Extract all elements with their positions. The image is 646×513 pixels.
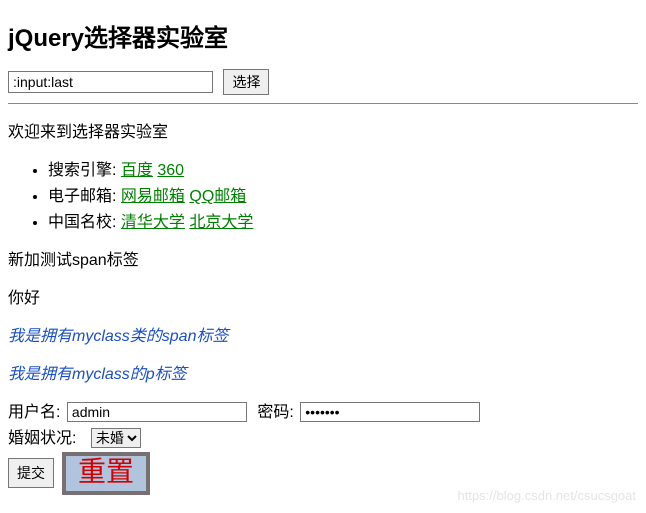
- select-button[interactable]: 选择: [223, 69, 269, 95]
- list-label: 电子邮箱:: [48, 188, 121, 205]
- selector-row: 选择: [8, 69, 638, 95]
- reset-button[interactable]: 重置: [62, 452, 150, 495]
- username-input[interactable]: [67, 402, 247, 422]
- link-tsinghua[interactable]: 清华大学: [121, 214, 185, 231]
- list-label: 搜索引擎:: [48, 162, 121, 179]
- list-item: 中国名校: 清华大学 北京大学: [48, 208, 638, 232]
- hello-text: 你好: [8, 284, 638, 308]
- marital-select[interactable]: 未婚: [91, 428, 141, 448]
- password-label: 密码:: [257, 404, 298, 421]
- link-list: 搜索引擎: 百度 360 电子邮箱: 网易邮箱 QQ邮箱 中国名校: 清华大学 …: [8, 156, 638, 232]
- password-input[interactable]: [300, 402, 480, 422]
- myclass-p-text: 我是拥有myclass的p标签: [8, 360, 638, 384]
- divider: [8, 103, 638, 104]
- link-baidu[interactable]: 百度: [121, 162, 153, 179]
- myclass-span-text: 我是拥有myclass类的span标签: [8, 322, 638, 346]
- submit-row: 提交 重置: [8, 452, 638, 495]
- submit-button[interactable]: 提交: [8, 458, 54, 488]
- link-pku[interactable]: 北京大学: [189, 214, 253, 231]
- welcome-text: 欢迎来到选择器实验室: [8, 118, 638, 142]
- link-netease-mail[interactable]: 网易邮箱: [121, 188, 185, 205]
- selector-input[interactable]: [8, 71, 213, 93]
- marital-label: 婚姻状况:: [8, 430, 81, 447]
- username-label: 用户名:: [8, 404, 65, 421]
- page-title: jQuery选择器实验室: [8, 18, 638, 53]
- link-360[interactable]: 360: [157, 162, 184, 179]
- list-item: 搜索引擎: 百度 360: [48, 156, 638, 180]
- list-label: 中国名校:: [48, 214, 121, 231]
- list-item: 电子邮箱: 网易邮箱 QQ邮箱: [48, 182, 638, 206]
- form-row-marital: 婚姻状况: 未婚: [8, 424, 638, 448]
- span-test-text: 新加测试span标签: [8, 246, 638, 270]
- link-qq-mail[interactable]: QQ邮箱: [189, 188, 246, 205]
- form-row-credentials: 用户名: 密码:: [8, 398, 638, 422]
